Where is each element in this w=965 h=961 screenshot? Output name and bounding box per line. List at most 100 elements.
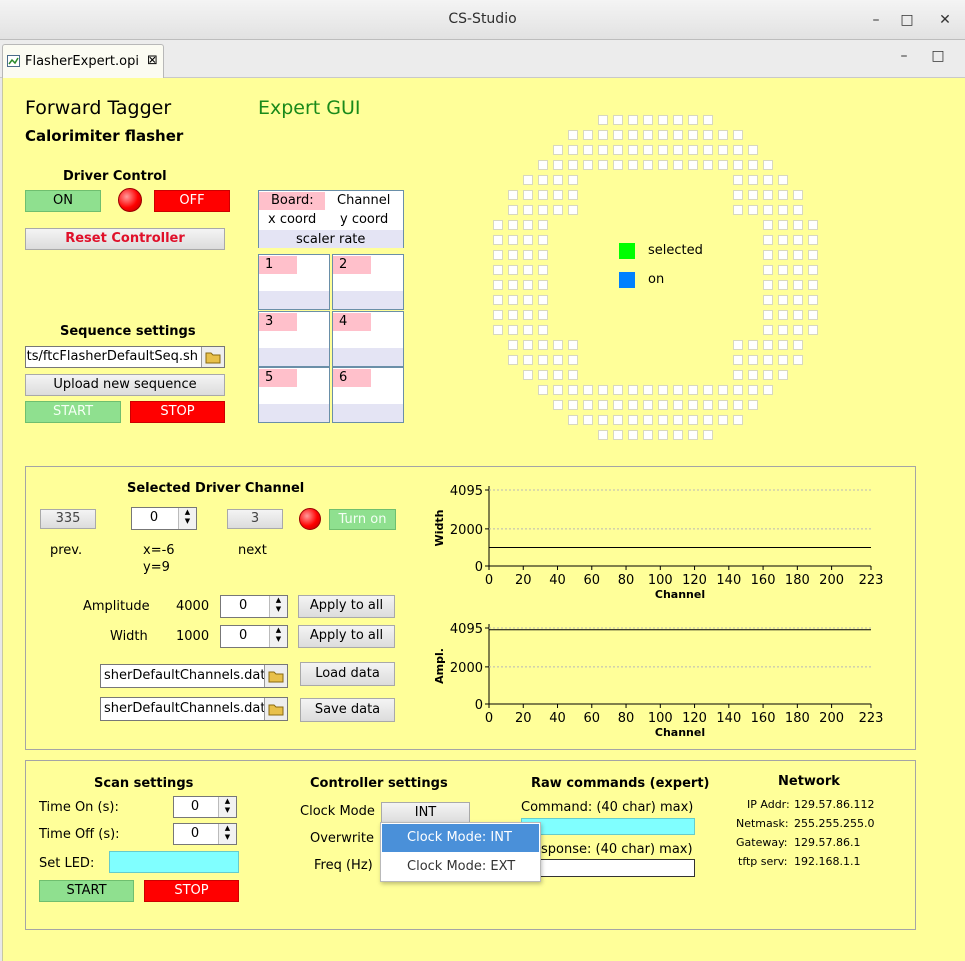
load-data-button[interactable]: Load data xyxy=(300,662,395,686)
crystal-cell[interactable] xyxy=(493,310,503,320)
crystal-cell[interactable] xyxy=(523,250,533,260)
crystal-cell[interactable] xyxy=(778,175,788,185)
crystal-cell[interactable] xyxy=(718,415,728,425)
crystal-cell[interactable] xyxy=(718,400,728,410)
crystal-cell[interactable] xyxy=(493,280,503,290)
crystal-cell[interactable] xyxy=(763,325,773,335)
crystal-cell[interactable] xyxy=(568,190,578,200)
prev-channel-button[interactable]: 335 xyxy=(40,509,96,529)
crystal-cell[interactable] xyxy=(763,265,773,275)
crystal-cell[interactable] xyxy=(748,340,758,350)
crystal-cell[interactable] xyxy=(613,115,623,125)
crystal-cell[interactable] xyxy=(778,265,788,275)
crystal-cell[interactable] xyxy=(703,415,713,425)
board-1-box[interactable]: 1 xyxy=(258,254,330,310)
crystal-cell[interactable] xyxy=(688,130,698,140)
board-6-box[interactable]: 6 xyxy=(332,367,404,423)
crystal-cell[interactable] xyxy=(508,205,518,215)
crystal-cell[interactable] xyxy=(538,235,548,245)
time-off-spinner[interactable]: 0 ▲ ▼ xyxy=(173,823,237,845)
sequence-browse-button[interactable] xyxy=(201,347,224,367)
crystal-cell[interactable] xyxy=(568,205,578,215)
crystal-cell[interactable] xyxy=(508,295,518,305)
crystal-cell[interactable] xyxy=(598,385,608,395)
crystal-cell[interactable] xyxy=(763,355,773,365)
crystal-cell[interactable] xyxy=(793,235,803,245)
crystal-cell[interactable] xyxy=(793,220,803,230)
crystal-cell[interactable] xyxy=(748,175,758,185)
crystal-cell[interactable] xyxy=(523,325,533,335)
crystal-cell[interactable] xyxy=(658,415,668,425)
crystal-cell[interactable] xyxy=(613,145,623,155)
crystal-cell[interactable] xyxy=(673,160,683,170)
close-icon[interactable]: ✕ xyxy=(935,10,955,30)
crystal-cell[interactable] xyxy=(763,295,773,305)
crystal-cell[interactable] xyxy=(628,160,638,170)
crystal-cell[interactable] xyxy=(793,325,803,335)
crystal-cell[interactable] xyxy=(778,295,788,305)
crystal-cell[interactable] xyxy=(763,340,773,350)
sequence-stop-button[interactable]: STOP xyxy=(130,401,225,423)
crystal-cell[interactable] xyxy=(538,265,548,275)
crystal-cell[interactable] xyxy=(538,250,548,260)
save-browse-button[interactable] xyxy=(264,698,287,720)
crystal-cell[interactable] xyxy=(808,220,818,230)
crystal-cell[interactable] xyxy=(598,430,608,440)
crystal-cell[interactable] xyxy=(733,130,743,140)
crystal-cell[interactable] xyxy=(508,325,518,335)
crystal-cell[interactable] xyxy=(793,310,803,320)
set-led-input[interactable] xyxy=(109,851,239,873)
scan-start-button[interactable]: START xyxy=(39,880,134,902)
crystal-cell[interactable] xyxy=(748,385,758,395)
crystal-cell[interactable] xyxy=(718,130,728,140)
crystal-cell[interactable] xyxy=(808,235,818,245)
crystal-cell[interactable] xyxy=(493,220,503,230)
crystal-cell[interactable] xyxy=(523,370,533,380)
crystal-cell[interactable] xyxy=(673,400,683,410)
crystal-cell[interactable] xyxy=(748,145,758,155)
crystal-cell[interactable] xyxy=(703,430,713,440)
turn-on-button[interactable]: Turn on xyxy=(329,509,396,530)
crystal-cell[interactable] xyxy=(703,400,713,410)
crystal-cell[interactable] xyxy=(613,130,623,140)
crystal-cell[interactable] xyxy=(553,385,563,395)
menu-item-clock-ext[interactable]: Clock Mode: EXT xyxy=(382,853,539,881)
crystal-cell[interactable] xyxy=(778,355,788,365)
crystal-cell[interactable] xyxy=(508,355,518,365)
crystal-cell[interactable] xyxy=(778,325,788,335)
save-data-button[interactable]: Save data xyxy=(300,698,395,722)
crystal-cell[interactable] xyxy=(493,250,503,260)
crystal-cell[interactable] xyxy=(628,115,638,125)
crystal-cell[interactable] xyxy=(568,400,578,410)
spinner-arrows-icon[interactable]: ▲ ▼ xyxy=(269,596,287,617)
crystal-cell[interactable] xyxy=(733,385,743,395)
crystal-cell[interactable] xyxy=(748,370,758,380)
crystal-cell[interactable] xyxy=(538,160,548,170)
crystal-cell[interactable] xyxy=(778,190,788,200)
crystal-cell[interactable] xyxy=(688,430,698,440)
crystal-cell[interactable] xyxy=(673,130,683,140)
crystal-cell[interactable] xyxy=(703,385,713,395)
crystal-cell[interactable] xyxy=(733,355,743,365)
save-file-field[interactable]: sherDefaultChannels.dat xyxy=(100,697,288,721)
crystal-cell[interactable] xyxy=(583,400,593,410)
crystal-cell[interactable] xyxy=(553,340,563,350)
board-2-box[interactable]: 2 xyxy=(332,254,404,310)
crystal-cell[interactable] xyxy=(643,400,653,410)
crystal-cell[interactable] xyxy=(658,115,668,125)
crystal-cell[interactable] xyxy=(538,310,548,320)
crystal-cell[interactable] xyxy=(673,415,683,425)
crystal-cell[interactable] xyxy=(703,145,713,155)
crystal-cell[interactable] xyxy=(763,280,773,290)
crystal-cell[interactable] xyxy=(628,400,638,410)
crystal-cell[interactable] xyxy=(673,430,683,440)
crystal-cell[interactable] xyxy=(523,175,533,185)
crystal-cell[interactable] xyxy=(793,205,803,215)
crystal-cell[interactable] xyxy=(793,340,803,350)
crystal-cell[interactable] xyxy=(553,175,563,185)
crystal-cell[interactable] xyxy=(523,280,533,290)
crystal-cell[interactable] xyxy=(523,310,533,320)
command-input[interactable] xyxy=(521,818,695,835)
crystal-cell[interactable] xyxy=(538,295,548,305)
crystal-cell[interactable] xyxy=(763,370,773,380)
